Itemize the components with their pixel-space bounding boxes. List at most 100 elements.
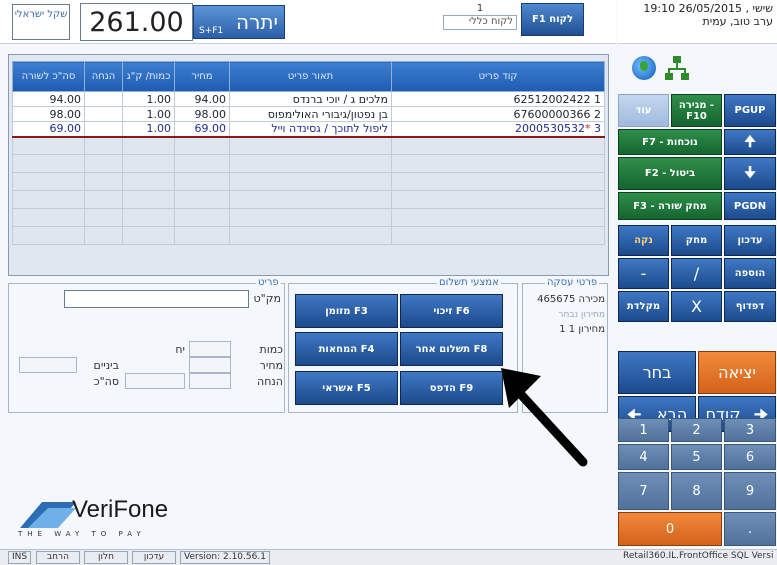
globe-icon[interactable] (632, 56, 656, 80)
row-discount (84, 106, 123, 122)
row-qty: 1.00 (122, 121, 175, 138)
table-row[interactable]: 94.00 1.00 94.00 מלכים ג / יוכי ברנדס 1 … (12, 91, 605, 107)
table-row-empty (12, 172, 605, 191)
num-4-button[interactable]: 4 (618, 444, 669, 470)
attendance-button[interactable]: F7 - נוכחות (618, 129, 722, 155)
col-header-price: מחיר (174, 61, 230, 92)
intermediate-label: ביניים (93, 359, 119, 372)
num-6-button[interactable]: 6 (724, 444, 776, 470)
table-row[interactable]: 98.00 1.00 98.00 בן נפטון/גיבורי האולימפ… (12, 106, 605, 122)
total-field (125, 373, 185, 389)
browse-button[interactable]: דפדוף (724, 291, 776, 322)
payment-section-label: אמצעי תשלום (437, 277, 501, 288)
row-code-text: 2000530532 (515, 122, 585, 136)
unit-label: יח (175, 343, 185, 356)
deal-pricelist-value: 1 מחירון 1 (559, 324, 605, 335)
row-code-text: 67600000366 (513, 107, 591, 121)
col-header-code: קוד פריט (391, 61, 605, 92)
balance-button[interactable]: S+F1 יתרה (193, 5, 285, 39)
customer-name-field: לקוח כללי (443, 15, 517, 30)
row-code-text: 62512002422 (513, 92, 591, 106)
table-row-empty (12, 226, 605, 245)
network-icon[interactable] (665, 56, 689, 80)
discount-field[interactable] (189, 373, 231, 389)
add-button[interactable]: הוספה (724, 258, 776, 289)
num-3-button[interactable]: 3 (724, 418, 776, 442)
amount-display: 261.00 (80, 3, 193, 41)
num-8-button[interactable]: 8 (671, 472, 722, 510)
intermediate-field (19, 357, 77, 373)
arrow-down-button[interactable]: 🠋 (724, 157, 776, 190)
credit-card-button[interactable]: אשראי F5 (295, 371, 398, 405)
print-button[interactable]: הדפס F9 (400, 371, 503, 405)
num-5-button[interactable]: 5 (671, 444, 722, 470)
keyboard-button[interactable]: מקלדת (618, 291, 669, 322)
checks-button[interactable]: המחאות F4 (295, 332, 398, 366)
row-discount (84, 121, 123, 138)
table-row-empty (12, 154, 605, 173)
delete-button[interactable]: מחק (671, 225, 722, 256)
sku-label: מק"ט (253, 292, 281, 305)
status-bar: INS הרחב חלון עדכון Version: 2.10.56.1 R… (0, 549, 777, 565)
row-qty: 1.00 (122, 91, 175, 107)
arrow-up-button[interactable]: 🠉 (724, 129, 776, 155)
divide-button[interactable]: / (671, 258, 722, 289)
row-price: 98.00 (174, 106, 230, 122)
price-field[interactable] (189, 357, 231, 373)
qty-field[interactable] (189, 341, 231, 357)
delete-line-button[interactable]: F3 - מחק שורה (618, 192, 722, 220)
row-total: 94.00 (12, 91, 85, 107)
row-price: 94.00 (174, 91, 230, 107)
price-label: מחיר (259, 359, 283, 372)
total-label: סה"כ (93, 375, 119, 388)
items-grid: סה"כ לשורה הנחה כמות/ ק"ג מחיר תאור פריט… (8, 54, 609, 276)
row-desc: מלכים ג / יוכי ברנדס (229, 91, 392, 107)
balance-label: יתרה (236, 10, 278, 34)
other-payment-button[interactable]: תשלום אחר F8 (400, 332, 503, 366)
row-qty: 1.00 (122, 106, 175, 122)
arrow-down-icon: 🠋 (744, 165, 756, 181)
num-7-button[interactable]: 7 (618, 472, 669, 510)
expand-button[interactable]: הרחב (36, 551, 80, 564)
multiply-button[interactable]: X (671, 291, 722, 322)
more-button[interactable]: עוד (618, 94, 669, 127)
sku-input[interactable] (64, 290, 249, 308)
num-2-button[interactable]: 2 (671, 418, 722, 442)
date-line: שישי , 26/05/2015 19:10 (643, 2, 773, 15)
deal-sale-number: 465675 מכירה (537, 294, 605, 305)
update-button[interactable]: עדכון (724, 225, 776, 256)
window-button[interactable]: חלון (84, 551, 128, 564)
row-desc: ליפול לתוכך / גסינדה וייל (229, 121, 392, 138)
num-1-button[interactable]: 1 (618, 418, 669, 442)
choose-button[interactable]: בחר (618, 351, 696, 394)
row-code: 3 *2000530532 (391, 121, 605, 138)
dot-button[interactable]: . (724, 512, 776, 546)
update-status-button[interactable]: עדכון (132, 551, 176, 564)
items-table: סה"כ לשורה הנחה כמות/ ק"ג מחיר תאור פריט… (12, 61, 605, 245)
customer-button[interactable]: F1 לקוח (521, 3, 584, 36)
table-row-selected[interactable]: 69.00 1.00 69.00 ליפול לתוכך / גסינדה וי… (12, 121, 605, 138)
row-code: 1 62512002422 (391, 91, 605, 107)
grid-header-row: סה"כ לשורה הנחה כמות/ ק"ג מחיר תאור פריט… (12, 61, 605, 92)
modified-star-icon: * (585, 122, 591, 136)
cancel-button[interactable]: F2 - ביטול (618, 157, 722, 190)
logo-tagline: THE WAY TO PAY (18, 530, 146, 538)
num-0-button[interactable]: 0 (618, 512, 722, 546)
item-section-label: פריט (256, 277, 281, 288)
table-row-empty (12, 136, 605, 155)
discount-label: הנחה (257, 375, 283, 388)
row-code: 2 67600000366 (391, 106, 605, 122)
clear-button[interactable]: נקה (618, 225, 669, 256)
cash-button[interactable]: מזומן F3 (295, 294, 398, 328)
col-header-desc: תאור פריט (229, 61, 392, 92)
exit-button[interactable]: יציאה (698, 351, 776, 394)
item-fields-panel: פריט מק"ט כמות מחיר הנחה יח ביניים סה"כ (8, 277, 285, 413)
drawer-button[interactable]: מגירה - F10 (671, 94, 722, 127)
pgup-button[interactable]: PGUP (724, 94, 776, 127)
minus-button[interactable]: - (618, 258, 669, 289)
pgdn-button[interactable]: PGDN (724, 192, 776, 220)
num-9-button[interactable]: 9 (724, 472, 776, 510)
credit-note-button[interactable]: זיכוי F6 (400, 294, 503, 328)
datetime-box: שישי , 26/05/2015 19:10 ערב טוב, עמית (617, 0, 777, 44)
top-bar: שקל ישראלי 261.00 S+F1 יתרה 1 לקוח כללי … (0, 0, 616, 44)
